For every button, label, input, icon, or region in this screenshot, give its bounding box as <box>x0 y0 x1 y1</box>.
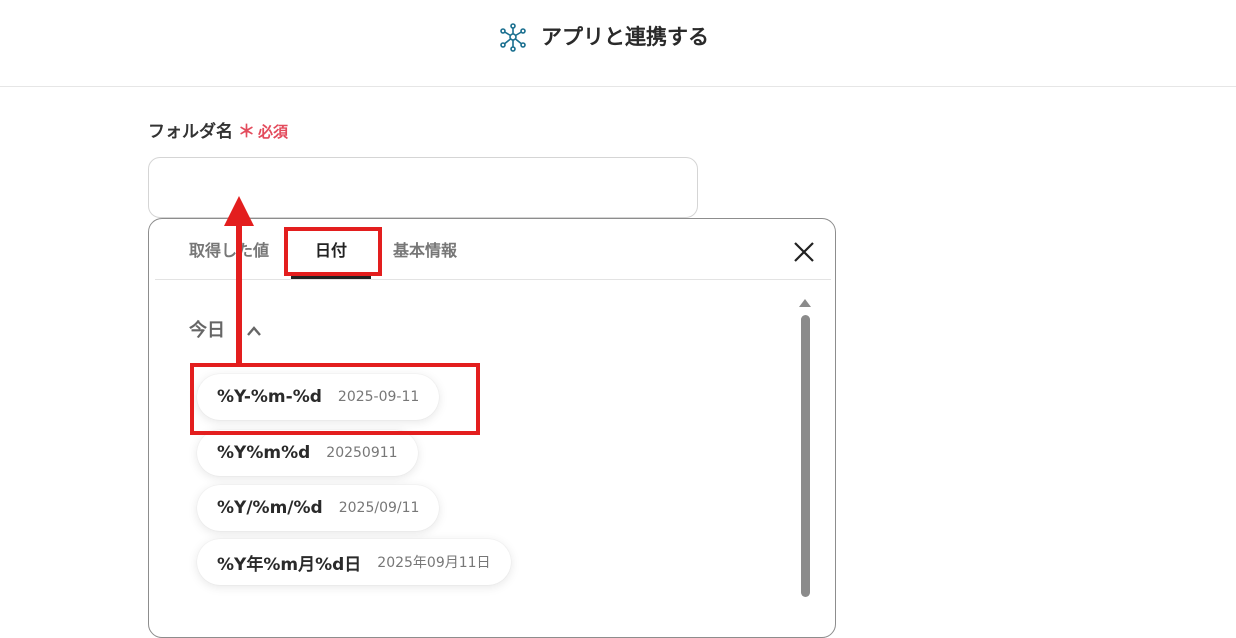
highlight-box-first-option <box>190 363 480 435</box>
folder-name-label-text: フォルダ名 <box>148 122 233 142</box>
section-title-today[interactable]: 今日 <box>189 318 225 344</box>
required-asterisk-icon: ＊ <box>238 122 255 142</box>
tab-basic-info[interactable]: 基本情報 <box>393 239 457 263</box>
date-format-example: 2025/09/11 <box>338 500 420 516</box>
scrollbar-thumb[interactable] <box>801 315 810 597</box>
date-format-example: 20250911 <box>326 445 398 461</box>
date-format-code: %Y%m%d <box>217 443 311 463</box>
date-format-code: %Y/%m/%d <box>217 498 323 518</box>
close-icon[interactable] <box>791 239 817 265</box>
network-nodes-icon <box>500 23 526 52</box>
tab-divider <box>155 279 831 280</box>
date-format-option[interactable]: %Y年%m月%d日 2025年09月11日 <box>197 539 511 585</box>
app-header: アプリと連携する <box>0 0 1236 87</box>
page-title: アプリと連携する <box>541 25 709 49</box>
highlight-box-date-tab <box>284 227 382 276</box>
date-format-option[interactable]: %Y%m%d 20250911 <box>197 430 418 476</box>
date-format-option[interactable]: %Y/%m/%d 2025/09/11 <box>197 485 440 531</box>
annotation-arrow-icon <box>224 196 254 366</box>
required-badge: 必須 <box>258 123 289 141</box>
folder-name-label: フォルダ名＊必須 <box>148 120 288 144</box>
date-format-example: 2025年09月11日 <box>377 555 491 571</box>
scroll-up-arrow-icon[interactable] <box>799 299 811 307</box>
date-format-code: %Y年%m月%d日 <box>217 554 362 575</box>
